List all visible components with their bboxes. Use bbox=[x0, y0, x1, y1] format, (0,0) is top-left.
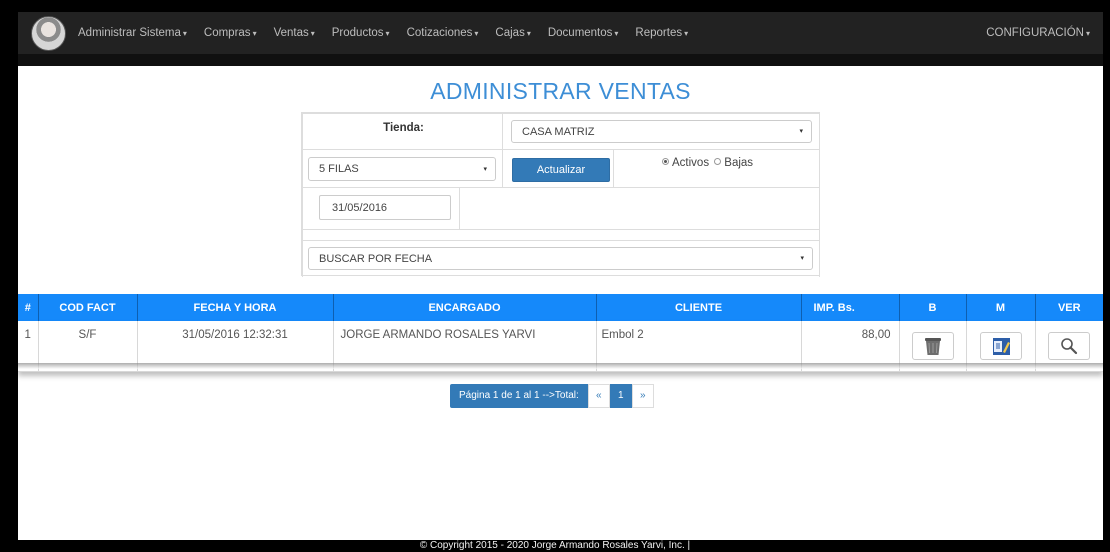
tienda-label: Tienda: bbox=[383, 122, 424, 134]
menu-configuracion[interactable]: CONFIGURACIÓN ▾ bbox=[986, 12, 1090, 55]
user-avatar[interactable] bbox=[31, 16, 66, 51]
filter-form: Tienda: CASA MATRIZ ▾ 5 FILAS ▾ Actualiz… bbox=[301, 112, 820, 277]
fecha-input[interactable]: 31/05/2016 bbox=[319, 195, 451, 220]
caret-down-icon: ▾ bbox=[310, 29, 315, 38]
activos-radio-label: Activos bbox=[672, 157, 710, 169]
bajas-radio[interactable] bbox=[714, 158, 722, 166]
search-icon bbox=[1061, 338, 1078, 355]
filas-select-value: 5 FILAS bbox=[319, 163, 359, 175]
caret-down-icon: ▾ bbox=[474, 29, 479, 38]
menu-cotizaciones[interactable]: Cotizaciones ▾ bbox=[407, 27, 479, 39]
menu-productos[interactable]: Productos ▾ bbox=[332, 27, 390, 39]
chevron-down-icon: ▾ bbox=[800, 255, 804, 262]
tienda-select-value: CASA MATRIZ bbox=[522, 126, 595, 138]
caret-down-icon: ▾ bbox=[252, 29, 257, 38]
filas-cell: 5 FILAS ▾ bbox=[302, 149, 503, 188]
pagination-info: Página 1 de 1 al 1 -->Total: bbox=[450, 384, 588, 408]
menu-administrar-sistema[interactable]: Administrar Sistema ▾ bbox=[78, 27, 187, 39]
menu-label: Cotizaciones bbox=[406, 27, 473, 39]
col-header-modificar: M bbox=[966, 294, 1036, 321]
caret-down-icon: ▾ bbox=[182, 29, 187, 38]
pagination-page-1[interactable]: 1 bbox=[609, 384, 632, 408]
navbar-bottom-band bbox=[18, 54, 1103, 66]
menu-compras[interactable]: Compras ▾ bbox=[204, 27, 257, 39]
caret-down-icon: ▾ bbox=[684, 29, 689, 38]
edit-button[interactable] bbox=[979, 332, 1022, 360]
page-title: ADMINISTRAR VENTAS bbox=[430, 78, 691, 104]
menu-ventas[interactable]: Ventas ▾ bbox=[274, 27, 315, 39]
edit-document-icon bbox=[992, 338, 1010, 355]
page-footer: © Copyright 2015 - 2020 Jorge Armando Ro… bbox=[0, 540, 1110, 552]
menu-label: Productos bbox=[331, 27, 384, 39]
main-content: ADMINISTRAR VENTAS Tienda: CASA MATRIZ ▾… bbox=[18, 66, 1103, 540]
top-navbar: Administrar Sistema ▾ Compras ▾ Ventas ▾ Pr… bbox=[18, 12, 1103, 54]
col-header-cod-fact: COD FACT bbox=[38, 294, 138, 321]
filas-select[interactable]: 5 FILAS ▾ bbox=[308, 157, 496, 181]
col-header-encargado: ENCARGADO bbox=[333, 294, 597, 321]
tienda-select-cell: CASA MATRIZ ▾ bbox=[502, 113, 820, 150]
main-menu: Administrar Sistema ▾ Compras ▾ Ventas ▾ Pr… bbox=[78, 12, 705, 54]
caret-down-icon: ▾ bbox=[1085, 29, 1090, 38]
menu-label: Ventas bbox=[273, 27, 309, 39]
menu-reportes[interactable]: Reportes ▾ bbox=[635, 27, 688, 39]
actualizar-button[interactable]: Actualizar bbox=[512, 158, 610, 182]
menu-cajas[interactable]: Cajas ▾ bbox=[495, 27, 530, 39]
caret-down-icon: ▾ bbox=[526, 29, 531, 38]
bajas-radio-label: Bajas bbox=[724, 157, 754, 169]
menu-label: CONFIGURACIÓN bbox=[986, 27, 1084, 39]
menu-documentos[interactable]: Documentos ▾ bbox=[548, 27, 619, 39]
caret-down-icon: ▾ bbox=[385, 29, 390, 38]
table-header: # COD FACT FECHA Y HORA ENCARGADO CLIENT… bbox=[18, 294, 1103, 321]
trash-icon bbox=[924, 338, 941, 355]
menu-label: Documentos bbox=[547, 27, 613, 39]
view-button[interactable] bbox=[1048, 332, 1091, 360]
chevron-down-icon: ▾ bbox=[799, 128, 803, 135]
menu-label: Cajas bbox=[495, 27, 525, 39]
pagination-next[interactable]: » bbox=[631, 384, 654, 408]
tienda-select[interactable]: CASA MATRIZ ▾ bbox=[511, 120, 812, 143]
chevron-down-icon: ▾ bbox=[483, 166, 487, 173]
caret-down-icon: ▾ bbox=[614, 29, 619, 38]
buscar-select-value: BUSCAR POR FECHA bbox=[319, 253, 433, 265]
pagination: Página 1 de 1 al 1 -->Total: « 1 » bbox=[450, 384, 654, 408]
table-shadow bbox=[18, 363, 1103, 369]
menu-label: Reportes bbox=[635, 27, 683, 39]
menu-label: Compras bbox=[203, 27, 251, 39]
col-header-baja: B bbox=[899, 294, 967, 321]
screen-frame-top bbox=[0, 0, 1110, 12]
col-header-fecha-hora: FECHA Y HORA bbox=[137, 294, 334, 321]
col-header-importe: IMP. Bs. bbox=[801, 294, 900, 321]
menu-label: Administrar Sistema bbox=[78, 27, 181, 39]
tienda-label-cell: Tienda: bbox=[302, 113, 503, 150]
delete-button[interactable] bbox=[911, 332, 954, 360]
estado-radio-group: Activos Bajas bbox=[662, 157, 753, 169]
activos-radio[interactable] bbox=[662, 158, 669, 166]
col-header-ver: VER bbox=[1035, 294, 1103, 321]
ventas-table: # COD FACT FECHA Y HORA ENCARGADO CLIENT… bbox=[18, 294, 1103, 372]
buscar-cell: BUSCAR POR FECHA ▾ bbox=[302, 240, 820, 277]
col-header-cliente: CLIENTE bbox=[596, 294, 802, 321]
pagination-prev[interactable]: « bbox=[587, 384, 610, 408]
buscar-select[interactable]: BUSCAR POR FECHA ▾ bbox=[308, 247, 813, 270]
col-header-num: # bbox=[18, 294, 39, 321]
